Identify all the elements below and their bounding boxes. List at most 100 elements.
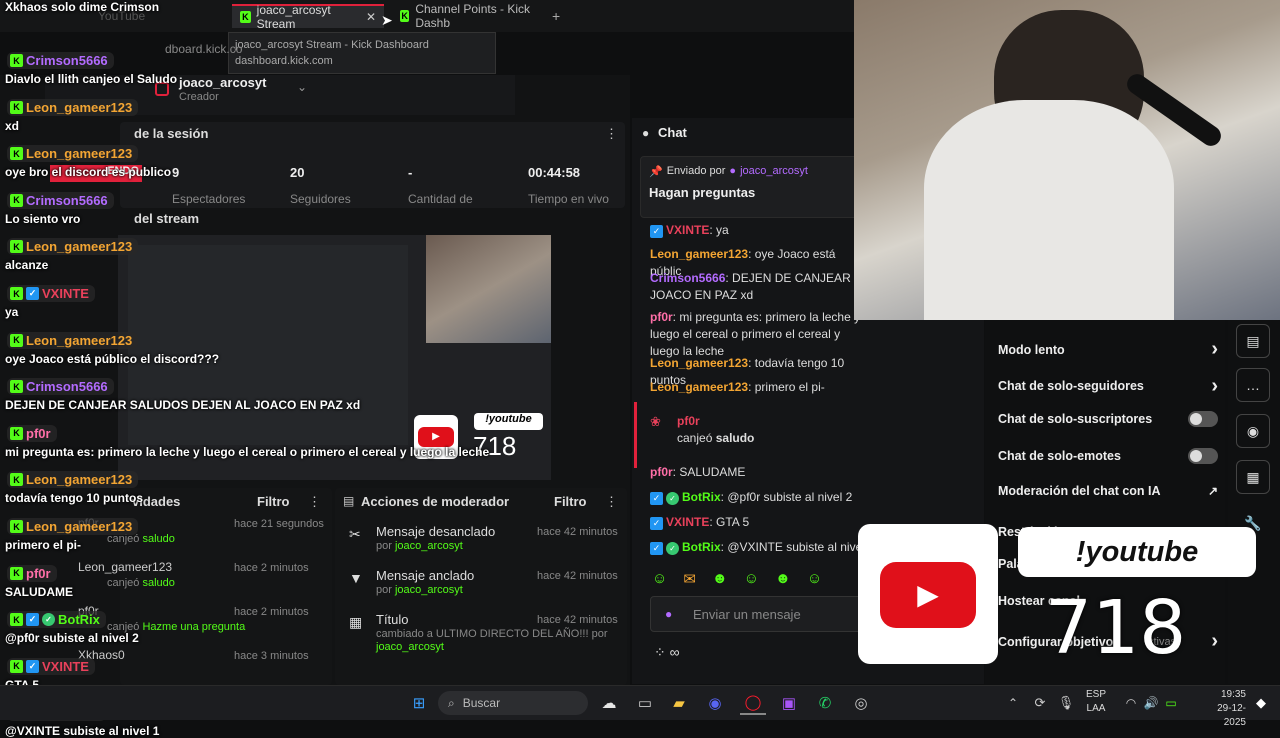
overlay-chat-username: Crimson5666 [26,379,108,395]
clock-date: 29-12-2025 [1217,703,1246,728]
overlay-chat-user: K✓✓BotRix [7,611,106,629]
chat-input[interactable]: ● Enviar un mensaje [650,596,865,632]
chat-username[interactable]: BotRix [682,540,721,554]
task-view-icon[interactable]: ▭ [632,691,658,715]
emote-bar[interactable]: ☺ ✉ ☻ ☺ ☻ ☺ [652,570,822,588]
layout-icon[interactable]: ▦ [1236,460,1270,494]
chat-username[interactable]: Leon_gameer123 [650,380,748,394]
chat-username[interactable]: pf0r [650,465,673,479]
whatsapp-icon[interactable]: ✆ [812,691,838,715]
toggle-switch[interactable] [1188,447,1218,464]
taskbar-search[interactable]: ⌕ Buscar [438,691,588,715]
mod-menu-item[interactable]: Chat de solo-seguidores › [998,375,1218,398]
file-explorer-icon[interactable]: ▰ [666,691,692,715]
kick-badge-icon: K [10,473,23,487]
mod-menu-item[interactable]: Modo lento › [998,338,1218,361]
language-indicator[interactable]: ESP LAA [1086,688,1106,716]
overlay-chat-username: Leon_gameer123 [26,472,133,488]
more-icon[interactable]: ⋮ [605,494,618,510]
mod-filter-button[interactable]: Filtro [554,494,587,509]
overlay-chat-message: Lo siento vro [5,211,81,226]
new-tab-icon[interactable]: + [552,8,560,24]
pinned-header: 📌 Enviado por ● joaco_arcosyt [649,165,808,178]
mic-icon: ● [665,607,673,621]
search-label: Buscar [462,696,501,710]
weather-icon[interactable]: ☁ [596,691,622,715]
mod-menu-item[interactable]: Moderación del chat con IA ↗ [998,484,1218,498]
chat-text: : primero el pi- [748,380,825,394]
emote-icon[interactable]: ☺ [744,570,759,588]
kick-badge-icon: K [10,240,23,254]
clock[interactable]: 19:35 29-12-2025 [1196,688,1246,730]
settings-dots-icon[interactable]: ⁘ ∞ [654,644,680,661]
taskbar: ⊞ ⌕ Buscar ☁ ▭ ▰ ◉ ◯ ▣ ✆ ◎ ⌃ ⟳ 🎙 ESP LAA … [0,685,1280,728]
mic-icon[interactable]: 🎙 [1053,691,1079,715]
pinned-user[interactable]: joaco_arcosyt [740,165,808,178]
overlay-chat-username: Leon_gameer123 [26,239,133,255]
app-icon[interactable]: ▣ [776,691,802,715]
kick-badge-icon: K [10,54,23,67]
toggle-switch[interactable] [1188,411,1218,427]
mod-menu-label: Modo lento [998,342,1065,357]
overlay-chat-user: K Crimson5666 [7,378,114,396]
chat-message[interactable]: ✓ ✓ BotRix: @VXINTE subiste al nivel [650,539,870,556]
pinned-text: Hagan preguntas [649,185,756,200]
command-count: 718 [1045,585,1187,671]
chat-username[interactable]: Leon_gameer123 [650,356,748,370]
chat-message[interactable]: Crimson5666: DEJEN DE CANJEAR SA JOACO E… [650,270,870,304]
redeem-user[interactable]: pf0r [677,414,700,428]
chat-username[interactable]: VXINTE [666,223,709,237]
kick-badge-icon: K [10,100,23,114]
chat-message[interactable]: ✓ VXINTE: ya [650,222,870,239]
windows-start-icon[interactable]: ⊞ [406,691,432,715]
notification-icon[interactable]: ◆ [1248,691,1274,715]
mod-action-time: hace 42 minutos [537,570,618,582]
chevron-up-icon[interactable]: ⌃ [1000,691,1026,715]
opera-icon[interactable]: ◯ [740,691,766,715]
emote-icon[interactable]: ☻ [775,570,791,588]
chat-username[interactable]: BotRix [682,490,721,504]
chat-username[interactable]: pf0r [650,310,673,324]
chat-message[interactable]: pf0r: mi pregunta es: primero la leche y… [650,309,870,360]
chat-username[interactable]: VXINTE [666,515,709,529]
chat-icon[interactable]: … [1236,368,1270,402]
chat-text: : @pf0r subiste al nivel 2 [720,490,853,504]
chat-message[interactable]: pf0r: SALUDAME [650,464,870,481]
chat-message[interactable]: Leon_gameer123: primero el pi- [650,379,870,396]
discord-icon[interactable]: ◉ [702,691,728,715]
mod-action-time: hace 42 minutos [537,614,618,626]
verified-badge-icon: ✓ [650,542,663,555]
overlay-chat-message: alcanze [5,258,49,273]
broadcast-icon[interactable]: ◉ [1236,414,1270,448]
pinned-message[interactable]: 📌 Enviado por ● joaco_arcosyt Hagan preg… [640,156,880,218]
chat-username[interactable]: Crimson5666 [650,271,725,285]
lang-layout: LAA [1086,703,1106,714]
search-icon: ⌕ [448,695,455,710]
mod-menu-item[interactable]: Chat de solo-emotes [998,447,1218,464]
kick-badge-icon: K [10,520,23,533]
obs-icon[interactable]: ◎ [848,691,874,715]
kick-icon: ● [729,165,737,177]
chat-username[interactable]: Leon_gameer123 [650,247,748,261]
emote-icon[interactable]: ✉ [683,570,696,588]
kick-badge-icon: K [10,613,23,627]
chat-message[interactable]: ✓ ✓ BotRix: @pf0r subiste al nivel 2 [650,489,870,506]
kick-badge-icon: K [10,147,23,161]
mod-menu-item[interactable]: Chat de solo-suscriptores [998,411,1218,427]
battery-icon[interactable]: ▭ [1158,691,1184,715]
pin-icon: 📌 [649,166,663,178]
emote-icon[interactable]: ☺ [807,570,822,588]
overlay-chat-message: oye bro el discord es publico [5,165,172,180]
more-icon[interactable]: ⋮ [605,126,618,142]
overlay-chat-username: Leon_gameer123 [26,99,133,115]
kick-badge-icon: K [10,659,23,673]
refresh-icon[interactable]: ⟳ [1027,691,1053,715]
verified-badge-icon: ✓ [26,613,39,627]
chevron-right-icon: › [1211,374,1218,397]
emote-icon[interactable]: ☻ [712,570,728,588]
emote-icon[interactable]: ☺ [652,570,667,588]
webcam-video [854,0,1280,320]
document-icon[interactable]: ▤ [1236,324,1270,358]
overlay-chat-username: Crimson5666 [26,192,108,208]
chat-message[interactable]: ✓ VXINTE: GTA 5 [650,514,870,531]
